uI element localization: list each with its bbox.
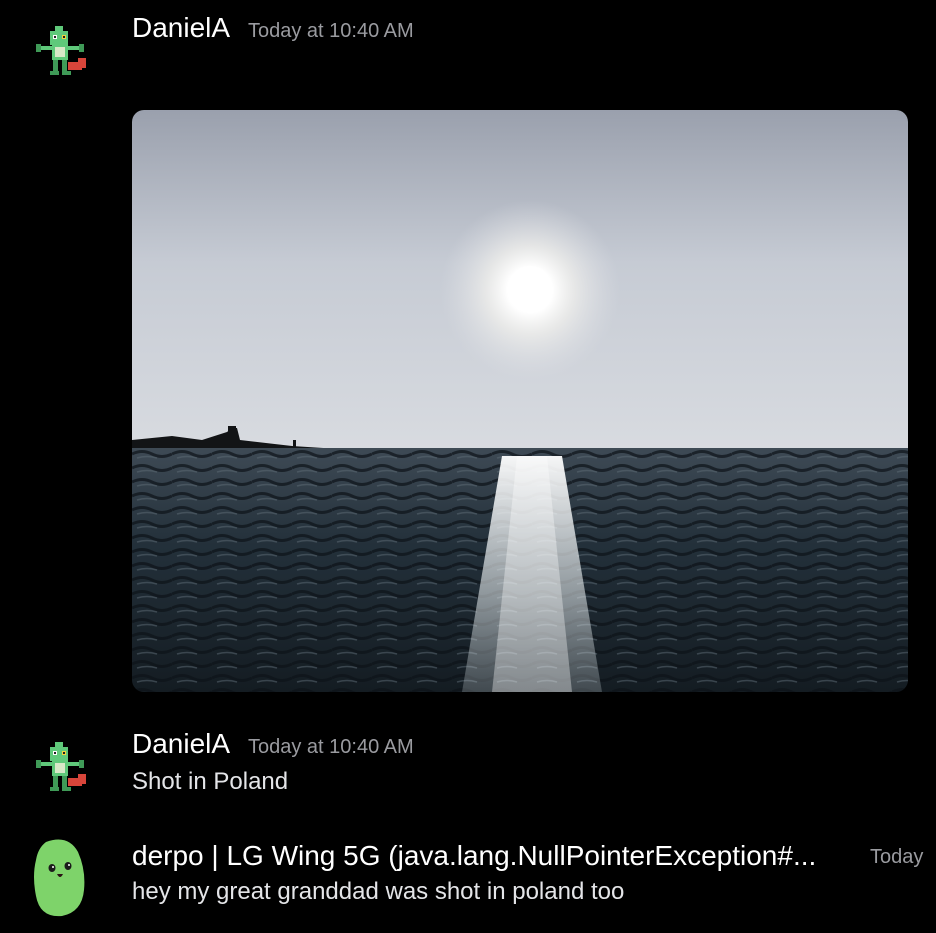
- green-lizard-pixel-icon: [36, 26, 86, 75]
- message-timestamp: Today at 10:40 AM: [248, 736, 414, 758]
- message-timestamp: Today: [870, 846, 924, 868]
- chat-message-list: DanielA Today at 10:40 AM DanielA Today …: [0, 0, 936, 933]
- avatar[interactable]: [28, 836, 92, 917]
- green-lizard-pixel-icon: [36, 742, 86, 791]
- avatar[interactable]: [28, 22, 92, 86]
- sun-over-sea-photo: [132, 110, 908, 692]
- message-timestamp: Today at 10:40 AM: [248, 20, 414, 42]
- image-attachment[interactable]: [132, 110, 908, 692]
- message-author[interactable]: DanielA: [132, 728, 230, 760]
- message-text: Shot in Poland: [132, 768, 289, 795]
- avatar[interactable]: [28, 738, 92, 802]
- message-text: hey my great granddad was shot in poland…: [132, 878, 625, 905]
- green-bean-icon: [34, 839, 85, 917]
- message-author[interactable]: DanielA: [132, 12, 230, 44]
- message-author[interactable]: derpo | LG Wing 5G (java.lang.NullPointe…: [132, 840, 852, 872]
